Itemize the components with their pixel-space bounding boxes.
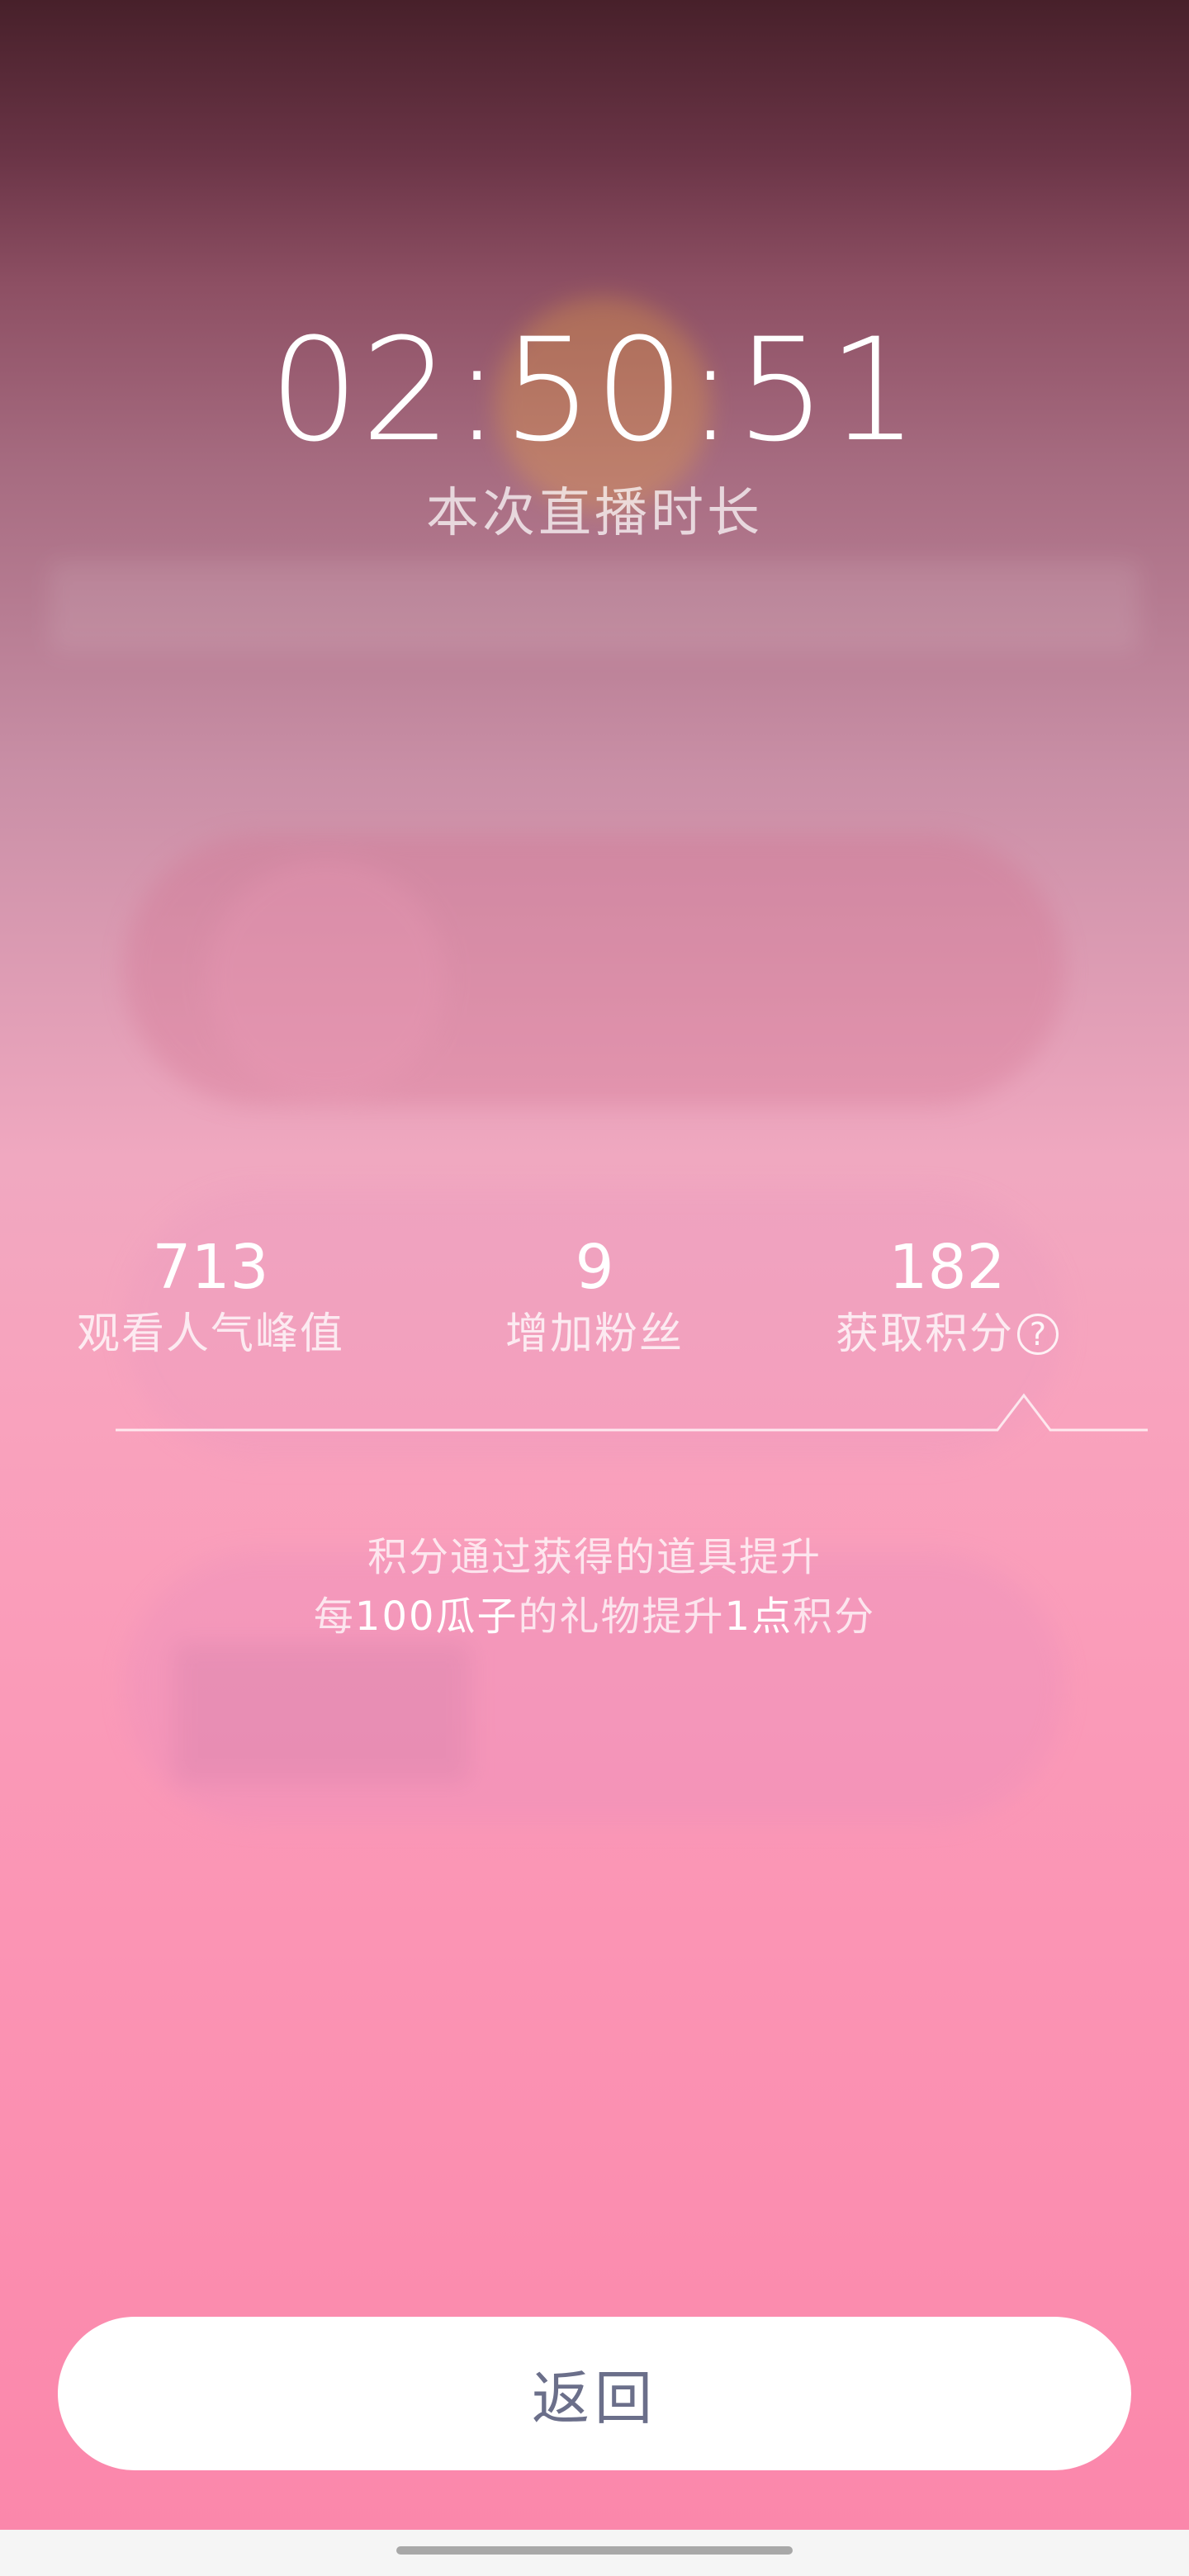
stat-label-text: 获取积分	[835, 1309, 1014, 1359]
back-button[interactable]: 返回	[58, 2317, 1131, 2470]
blurred-card-1-icon	[206, 859, 446, 1098]
help-icon[interactable]: ?	[1017, 1314, 1059, 1355]
info-text: 积分	[793, 1593, 876, 1640]
stat-value: 182	[888, 1232, 1006, 1303]
blurred-card-3-bars	[173, 1643, 471, 1783]
info-text: 每	[313, 1593, 355, 1640]
stat-value: 9	[575, 1232, 614, 1303]
blurred-banner	[50, 561, 1139, 652]
stat-label: 获取积分 ?	[836, 1305, 1059, 1364]
system-nav-bar	[0, 2530, 1189, 2576]
live-end-screen: 02:50:51 本次直播时长 713 观看人气峰值 9 增加粉丝 182 获取…	[0, 0, 1189, 2576]
info-highlight: 1点	[724, 1593, 793, 1640]
info-text: 的礼物提升	[518, 1593, 725, 1640]
stat-points: 182 获取积分 ?	[757, 1230, 1137, 1364]
divider-line	[116, 1393, 1148, 1432]
info-highlight: 100瓜子	[354, 1593, 519, 1640]
stat-label-text: 观看人气峰值	[76, 1309, 344, 1359]
points-info-line1: 积分通过获得的道具提升	[367, 1534, 822, 1580]
stat-new-fans: 9 增加粉丝	[405, 1230, 784, 1364]
stat-label: 观看人气峰值	[77, 1305, 344, 1364]
stat-label: 增加粉丝	[505, 1305, 684, 1364]
stat-peak-viewers: 713 观看人气峰值	[21, 1230, 400, 1364]
points-info-line2: 每100瓜子的礼物提升1点积分	[0, 1587, 1189, 1646]
home-indicator[interactable]	[396, 2546, 793, 2555]
stat-value: 713	[152, 1232, 269, 1303]
stat-label-text: 增加粉丝	[504, 1309, 684, 1359]
live-duration-timer: 02:50:51	[268, 307, 921, 473]
live-duration-label: 本次直播时长	[426, 483, 763, 544]
points-info: 积分通过获得的道具提升 每100瓜子的礼物提升1点积分	[0, 1527, 1189, 1646]
tooltip-divider	[116, 1393, 1148, 1432]
